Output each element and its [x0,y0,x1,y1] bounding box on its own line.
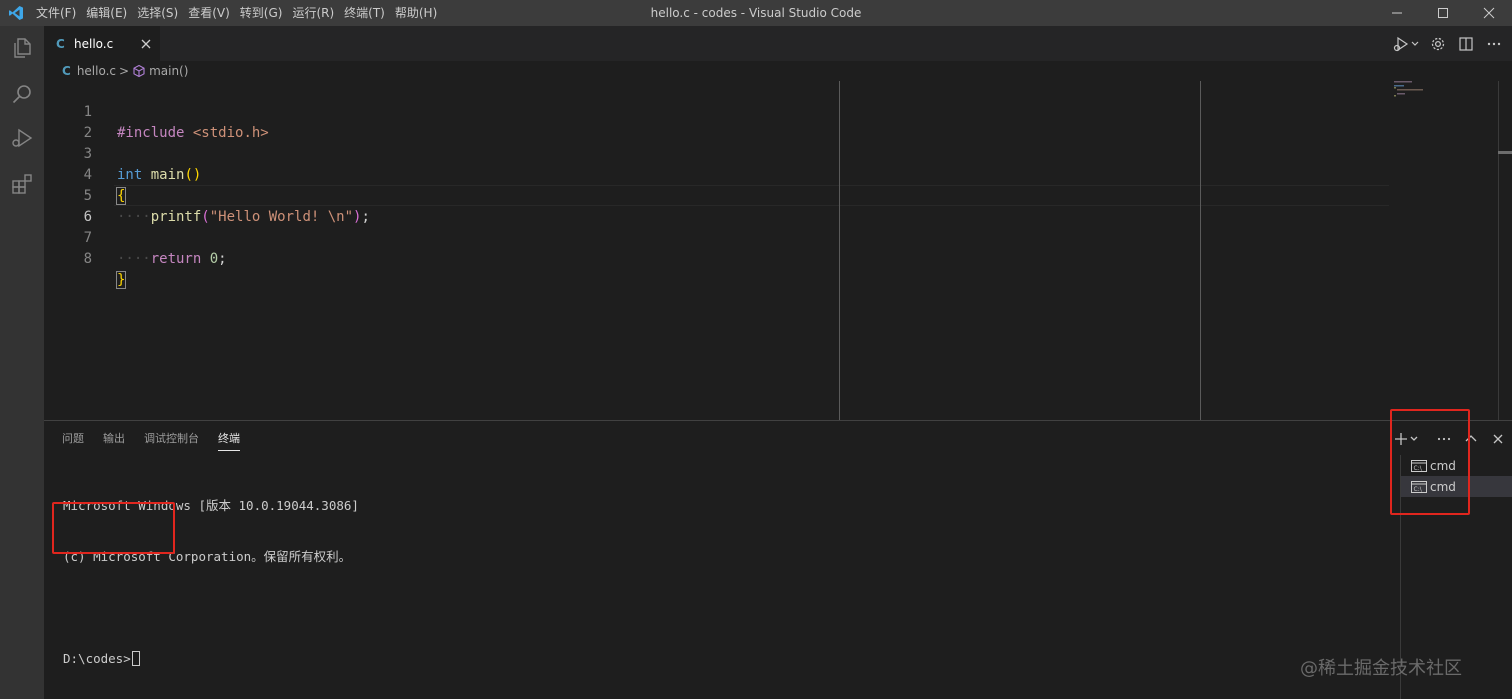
menu-bar: 文件(F) 编辑(E) 选择(S) 查看(V) 转到(G) 运行(R) 终端(T… [32,0,443,26]
code-line: 7 ····return 0; [44,207,1389,267]
menu-run[interactable]: 运行(R) [288,0,338,26]
chevron-up-icon [1465,435,1477,442]
window-controls [1374,0,1512,26]
terminal-cmd-icon: C:\ [1411,480,1427,494]
code-line: 3 int main() [44,123,1389,183]
function-icon [132,64,146,78]
panel-tab-bar: 问题 输出 调试控制台 终端 [54,421,251,457]
split-editor-icon [1459,36,1473,51]
scrollbar-cursor-marker [1498,151,1512,154]
run-debug-icon [12,128,33,148]
plus-icon [1395,433,1418,445]
settings-button[interactable] [1428,34,1448,54]
close-icon [1493,434,1503,444]
code-token: 0 [209,251,219,267]
editor-actions [1392,26,1504,61]
line-number: 8 [83,251,92,267]
close-icon [1483,7,1495,19]
extensions-button[interactable] [8,170,36,198]
menu-go[interactable]: 转到(G) [236,0,287,26]
extensions-icon [12,174,32,194]
tab-label: hello.c [74,36,114,51]
activity-bar [0,26,44,699]
watermark: @稀土掘金技术社区 [1300,658,1462,679]
search-icon [12,85,31,104]
files-icon [14,38,31,58]
code-editor[interactable]: 1 #include <stdio.h> 2 3 int main() 4 { … [44,81,1512,420]
more-icon [1437,437,1451,441]
minimize-button[interactable] [1374,0,1420,26]
terminal-tab-cmd[interactable]: C:\ cmd [1401,455,1512,476]
terminal-tab-cmd[interactable]: C:\ cmd [1401,476,1512,497]
run-debug-button[interactable] [8,124,36,152]
editor-tab-bar: C hello.c [44,26,1512,61]
breadcrumb-symbol[interactable]: main() [149,64,188,78]
maximize-button[interactable] [1420,0,1466,26]
whitespace-marker: ···· [117,251,151,267]
run-debug-dropdown-button[interactable] [1392,34,1420,54]
code-line: 6 [44,186,1389,225]
run-debug-icon [1393,36,1419,51]
search-button[interactable] [8,80,36,108]
close-icon [141,39,151,49]
breadcrumb: C hello.c > main() [44,61,1512,81]
code-line: 5 ····printf("Hello World! \n"); [44,165,1389,225]
editor-scrollbar[interactable] [1498,81,1512,420]
close-window-button[interactable] [1466,0,1512,26]
terminal-output[interactable]: Microsoft Windows [版本 10.0.19044.3086] (… [63,463,359,699]
gear-icon [1431,37,1445,50]
tab-debug-console[interactable]: 调试控制台 [144,421,199,457]
split-editor-button[interactable] [1456,34,1476,54]
tab-terminal[interactable]: 终端 [218,421,240,457]
terminal-prompt: D:\codes> [63,651,131,666]
tab-problems[interactable]: 问题 [62,421,84,457]
breadcrumb-separator: > [119,64,130,78]
vscode-logo-icon [9,6,23,20]
more-actions-button[interactable] [1435,429,1453,449]
terminal-tab-label: cmd [1430,458,1456,473]
explorer-button[interactable] [8,34,36,62]
menu-file[interactable]: 文件(F) [32,0,80,26]
minimize-icon [1392,12,1402,14]
tab-output[interactable]: 输出 [103,421,125,457]
c-file-icon: C [56,36,65,51]
terminal-prompt-line: D:\codes> [63,650,359,667]
svg-text:C:\: C:\ [1414,486,1423,493]
terminal-cursor [131,651,140,666]
more-actions-button[interactable] [1484,34,1504,54]
code-token: ; [218,251,227,267]
new-terminal-button[interactable] [1394,429,1422,449]
tab-close-button[interactable] [138,36,154,52]
terminal-cmd-icon: C:\ [1411,459,1427,473]
menu-selection[interactable]: 选择(S) [133,0,182,26]
title-bar: 文件(F) 编辑(E) 选择(S) 查看(V) 转到(G) 运行(R) 终端(T… [0,0,1512,26]
bottom-panel: 问题 输出 调试控制台 终端 Microsoft Windows [版本 10.… [44,420,1512,699]
menu-edit[interactable]: 编辑(E) [82,0,131,26]
menu-help[interactable]: 帮助(H) [391,0,441,26]
code-token: return [150,251,202,267]
svg-text:C:\: C:\ [1414,465,1423,472]
maximize-panel-button[interactable] [1462,429,1480,449]
c-file-icon: C [62,64,71,78]
panel-actions [1394,429,1507,449]
code-line: 2 [44,102,1389,141]
code-line: 8 } [44,228,1389,289]
menu-view[interactable]: 查看(V) [184,0,234,26]
code-line: 4 { [44,144,1389,205]
terminal-line: (c) Microsoft Corporation。保留所有权利。 [63,549,352,564]
breadcrumb-file[interactable]: hello.c [77,64,116,78]
tab-hello-c[interactable]: C hello.c [44,26,160,61]
menu-terminal[interactable]: 终端(T) [340,0,389,26]
code-token: } [115,271,127,289]
code-line: 1 #include <stdio.h> [44,81,1389,141]
terminal-tab-label: cmd [1430,479,1456,494]
close-panel-button[interactable] [1489,429,1507,449]
minimap[interactable] [1392,81,1498,141]
maximize-icon [1438,8,1448,18]
more-icon [1487,42,1501,45]
terminal-line: Microsoft Windows [版本 10.0.19044.3086] [63,498,359,513]
